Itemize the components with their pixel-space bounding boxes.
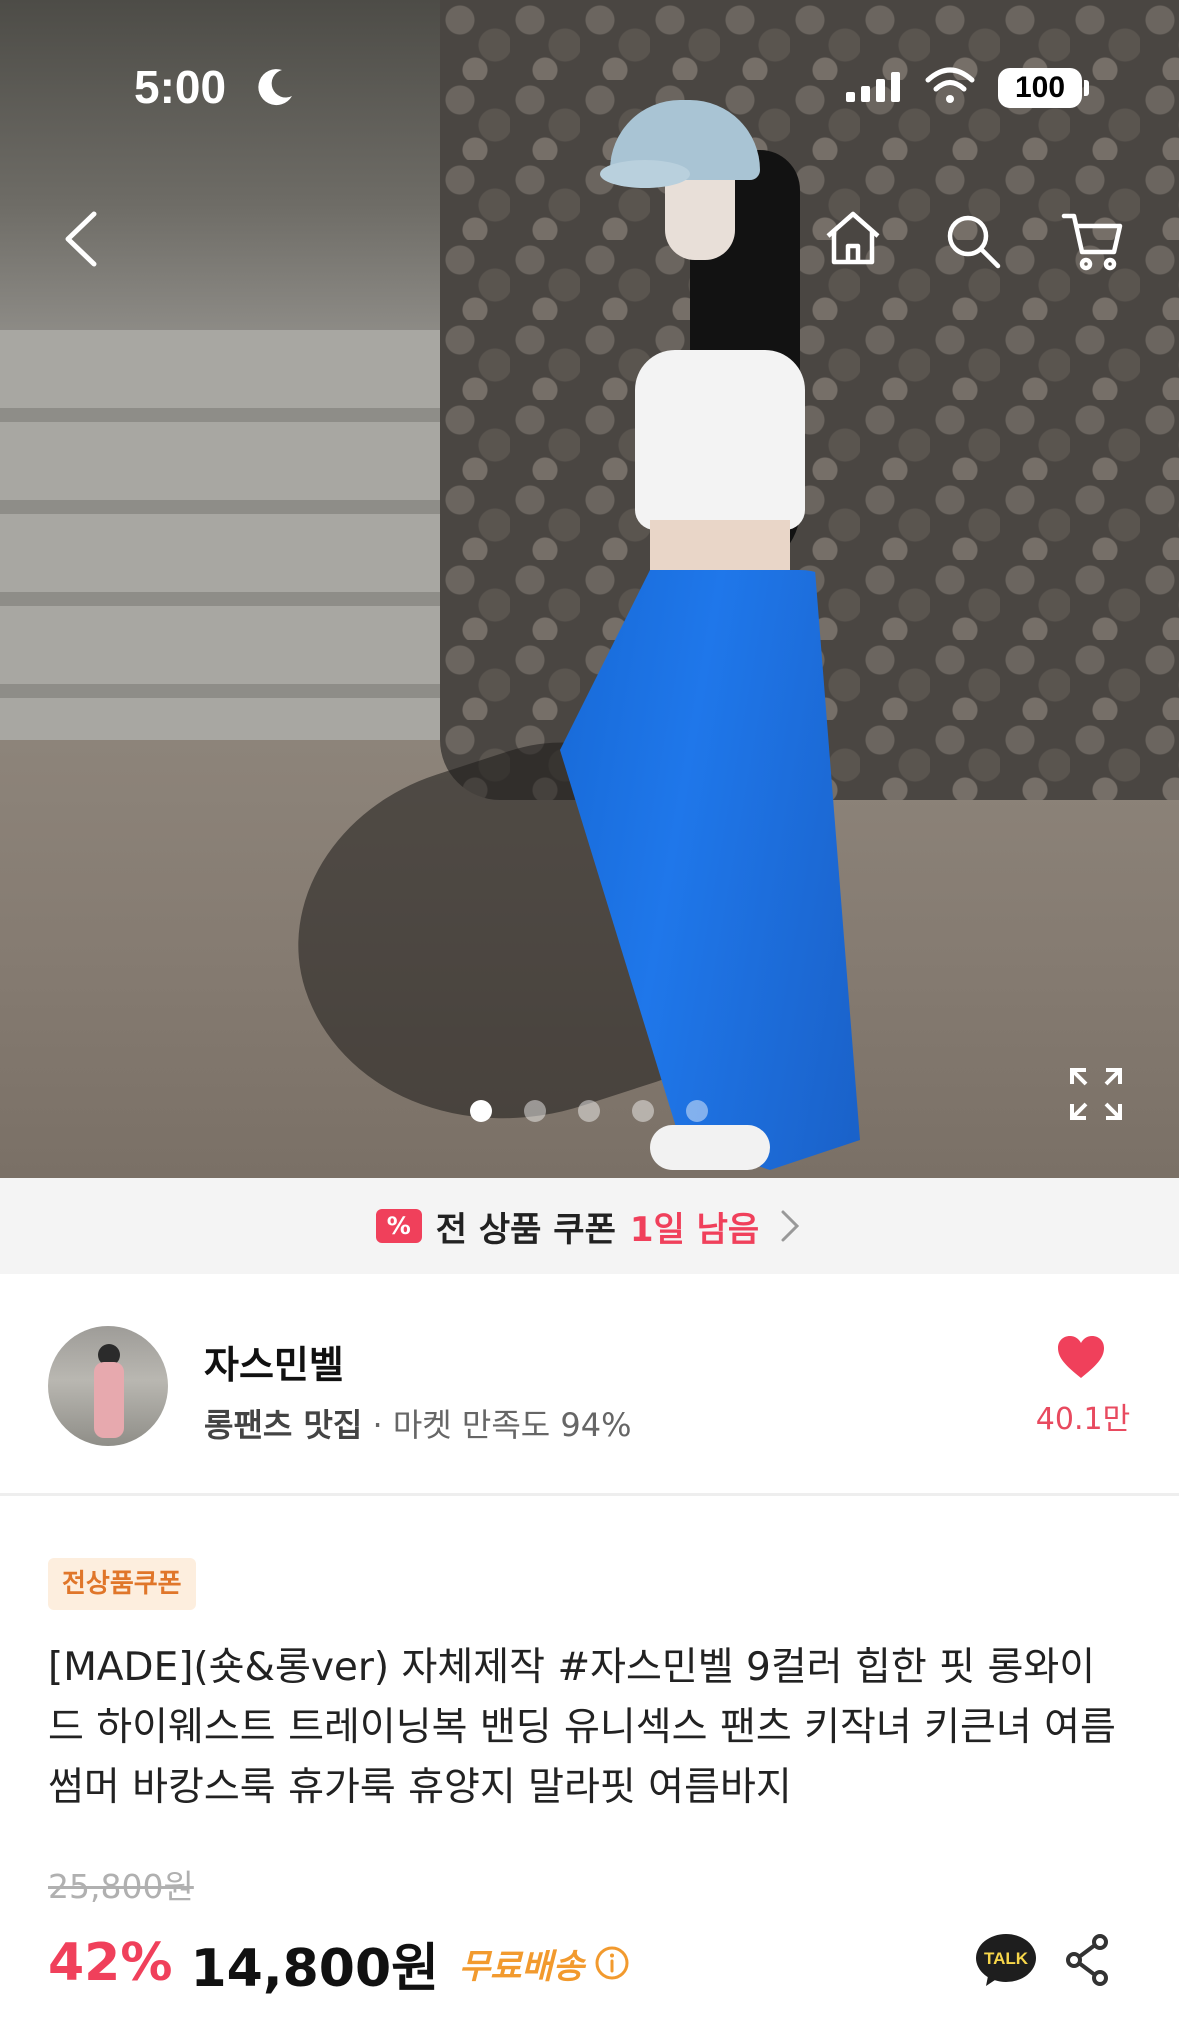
- original-price: 25,800원: [48, 1867, 194, 1906]
- model-shoe: [650, 1125, 770, 1170]
- avatar-figure: [94, 1362, 124, 1438]
- carousel-dot[interactable]: [524, 1100, 546, 1122]
- heart-icon[interactable]: [1056, 1334, 1106, 1380]
- carousel-dot[interactable]: [470, 1100, 492, 1122]
- coupon-badge: 전상품쿠폰: [48, 1558, 196, 1610]
- coupon-banner[interactable]: % 전 상품 쿠폰 1일 남음: [0, 1178, 1179, 1274]
- coupon-icon: %: [375, 1209, 422, 1243]
- carousel-indicator: [470, 1100, 708, 1122]
- info-icon[interactable]: [594, 1945, 630, 1981]
- expand-icon[interactable]: [1068, 1066, 1124, 1122]
- product-image[interactable]: [0, 0, 1179, 1178]
- seller-satisfaction: · 마켓 만족도 94%: [372, 1406, 632, 1444]
- carousel-dot[interactable]: [632, 1100, 654, 1122]
- discount-rate: 42%: [48, 1933, 173, 1993]
- wifi-icon: [925, 67, 975, 103]
- seller-name[interactable]: 자스민벨: [204, 1334, 344, 1389]
- seller-subtitle: 롱팬츠 맛집 · 마켓 만족도 94%: [204, 1400, 632, 1446]
- seller-category: 롱팬츠 맛집: [204, 1406, 363, 1444]
- background-building: [0, 0, 470, 340]
- model-top: [635, 350, 805, 530]
- search-icon[interactable]: [940, 208, 1006, 274]
- free-shipping-label: 무료배송: [458, 1946, 585, 1987]
- signal-icon: [846, 72, 900, 102]
- seller-avatar[interactable]: [48, 1326, 168, 1446]
- home-icon[interactable]: [820, 206, 886, 272]
- seller-row[interactable]: 자스민벨 롱팬츠 맛집 · 마켓 만족도 94% 40.1만: [0, 1274, 1179, 1496]
- moon-icon: [258, 69, 292, 106]
- model-pants: [560, 570, 860, 1170]
- kakao-talk-label: TALK: [984, 1949, 1029, 1968]
- carousel-dot[interactable]: [686, 1100, 708, 1122]
- like-count: 40.1만: [1035, 1402, 1131, 1437]
- share-icon[interactable]: [1064, 1932, 1112, 1988]
- coupon-remaining: 1일 남음: [629, 1209, 760, 1250]
- battery-indicator: 100: [998, 68, 1082, 108]
- price-row: 42% 14,800원 무료배송: [48, 1928, 630, 1999]
- chevron-right-icon: [781, 1210, 800, 1242]
- cart-icon[interactable]: [1060, 208, 1126, 274]
- kakao-talk-icon[interactable]: TALK: [974, 1932, 1038, 1988]
- battery-nub: [1084, 80, 1089, 96]
- status-time: 5:00: [134, 61, 227, 113]
- model-cap-brim: [600, 160, 690, 188]
- sale-price: 14,800원: [190, 1938, 439, 1999]
- carousel-dot[interactable]: [578, 1100, 600, 1122]
- chevron-left-icon[interactable]: [52, 206, 118, 272]
- coupon-text: 전 상품 쿠폰: [435, 1209, 616, 1250]
- background-steps: [0, 330, 470, 750]
- product-title: [MADE](숏&롱ver) 자체제작 #자스민벨 9컬러 힙한 핏 롱와이드 …: [48, 1645, 1116, 1810]
